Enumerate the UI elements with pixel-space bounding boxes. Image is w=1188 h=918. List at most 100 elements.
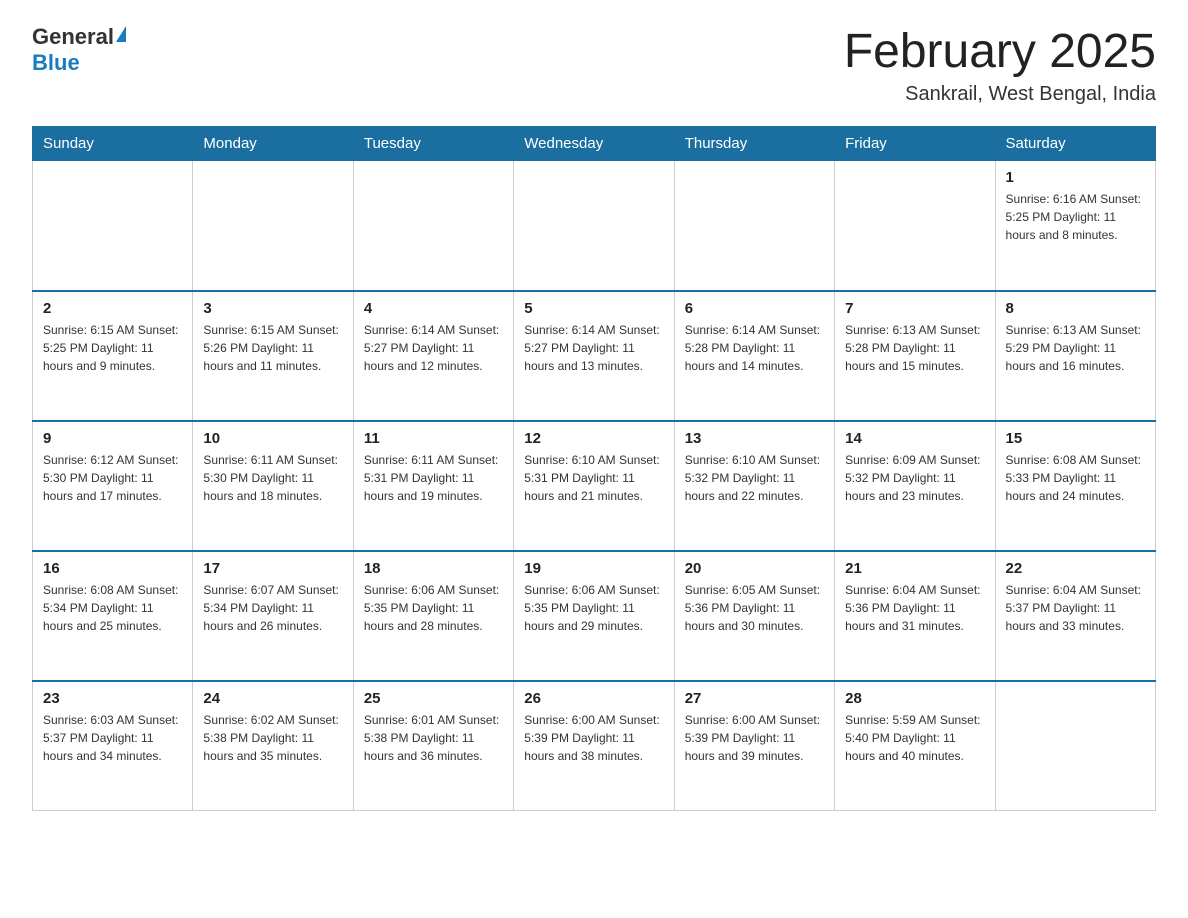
- day-number: 19: [524, 560, 663, 577]
- day-number: 2: [43, 300, 182, 317]
- calendar-cell: 5 Sunrise: 6:14 AM Sunset: 5:27 PM Daylig…: [514, 291, 674, 421]
- logo-blue: Blue: [32, 50, 80, 75]
- week-row-5: 23 Sunrise: 6:03 AM Sunset: 5:37 PM Dayli…: [33, 681, 1156, 811]
- day-header-thursday: Thursday: [674, 127, 834, 161]
- day-info: Sunrise: 6:11 AM Sunset: 5:30 PM Dayligh…: [203, 451, 342, 505]
- day-info: Sunrise: 6:10 AM Sunset: 5:32 PM Dayligh…: [685, 451, 824, 505]
- day-number: 18: [364, 560, 503, 577]
- calendar-cell: 12 Sunrise: 6:10 AM Sunset: 5:31 PM Dayli…: [514, 421, 674, 551]
- day-number: 13: [685, 430, 824, 447]
- header: General Blue February 2025 Sankrail, Wes…: [32, 24, 1156, 106]
- day-info: Sunrise: 6:08 AM Sunset: 5:33 PM Dayligh…: [1006, 451, 1145, 505]
- day-info: Sunrise: 6:07 AM Sunset: 5:34 PM Dayligh…: [203, 581, 342, 635]
- day-number: 23: [43, 690, 182, 707]
- calendar-cell: [835, 161, 995, 291]
- day-number: 8: [1006, 300, 1145, 317]
- day-number: 11: [364, 430, 503, 447]
- calendar-cell: 7 Sunrise: 6:13 AM Sunset: 5:28 PM Daylig…: [835, 291, 995, 421]
- logo-block: General Blue: [32, 24, 126, 76]
- day-number: 22: [1006, 560, 1145, 577]
- day-number: 12: [524, 430, 663, 447]
- day-info: Sunrise: 6:10 AM Sunset: 5:31 PM Dayligh…: [524, 451, 663, 505]
- calendar-table: SundayMondayTuesdayWednesdayThursdayFrid…: [32, 126, 1156, 811]
- week-row-2: 2 Sunrise: 6:15 AM Sunset: 5:25 PM Daylig…: [33, 291, 1156, 421]
- day-number: 1: [1006, 169, 1145, 186]
- calendar-cell: 13 Sunrise: 6:10 AM Sunset: 5:32 PM Dayli…: [674, 421, 834, 551]
- day-info: Sunrise: 6:04 AM Sunset: 5:36 PM Dayligh…: [845, 581, 984, 635]
- week-row-4: 16Sunrise: 6:08 AM Sunset: 5:34 PM Dayli…: [33, 551, 1156, 681]
- day-header-sunday: Sunday: [33, 127, 193, 161]
- calendar-cell: 24 Sunrise: 6:02 AM Sunset: 5:38 PM Dayli…: [193, 681, 353, 811]
- calendar-title: February 2025: [844, 24, 1156, 79]
- day-info: Sunrise: 6:13 AM Sunset: 5:29 PM Dayligh…: [1006, 321, 1145, 375]
- day-info: Sunrise: 5:59 AM Sunset: 5:40 PM Dayligh…: [845, 711, 984, 765]
- title-area: February 2025 Sankrail, West Bengal, Ind…: [844, 24, 1156, 106]
- day-header-saturday: Saturday: [995, 127, 1155, 161]
- calendar-cell: 2 Sunrise: 6:15 AM Sunset: 5:25 PM Daylig…: [33, 291, 193, 421]
- calendar-cell: [193, 161, 353, 291]
- week-row-3: 9 Sunrise: 6:12 AM Sunset: 5:30 PM Daylig…: [33, 421, 1156, 551]
- day-info: Sunrise: 6:09 AM Sunset: 5:32 PM Dayligh…: [845, 451, 984, 505]
- day-number: 28: [845, 690, 984, 707]
- day-info: Sunrise: 6:12 AM Sunset: 5:30 PM Dayligh…: [43, 451, 182, 505]
- day-info: Sunrise: 6:01 AM Sunset: 5:38 PM Dayligh…: [364, 711, 503, 765]
- day-header-tuesday: Tuesday: [353, 127, 513, 161]
- week-row-1: 1Sunrise: 6:16 AM Sunset: 5:25 PM Daylig…: [33, 161, 1156, 291]
- logo-triangle-icon: [116, 26, 126, 42]
- calendar-cell: 22Sunrise: 6:04 AM Sunset: 5:37 PM Dayli…: [995, 551, 1155, 681]
- header-row: SundayMondayTuesdayWednesdayThursdayFrid…: [33, 127, 1156, 161]
- calendar-cell: 28 Sunrise: 5:59 AM Sunset: 5:40 PM Dayli…: [835, 681, 995, 811]
- calendar-cell: 4 Sunrise: 6:14 AM Sunset: 5:27 PM Daylig…: [353, 291, 513, 421]
- calendar-cell: 10 Sunrise: 6:11 AM Sunset: 5:30 PM Dayli…: [193, 421, 353, 551]
- calendar-cell: 23 Sunrise: 6:03 AM Sunset: 5:37 PM Dayli…: [33, 681, 193, 811]
- calendar-cell: 26Sunrise: 6:00 AM Sunset: 5:39 PM Dayli…: [514, 681, 674, 811]
- day-info: Sunrise: 6:05 AM Sunset: 5:36 PM Dayligh…: [685, 581, 824, 635]
- day-info: Sunrise: 6:13 AM Sunset: 5:28 PM Dayligh…: [845, 321, 984, 375]
- day-number: 5: [524, 300, 663, 317]
- day-number: 9: [43, 430, 182, 447]
- day-info: Sunrise: 6:15 AM Sunset: 5:26 PM Dayligh…: [203, 321, 342, 375]
- day-number: 6: [685, 300, 824, 317]
- calendar-cell: 15 Sunrise: 6:08 AM Sunset: 5:33 PM Dayli…: [995, 421, 1155, 551]
- day-info: Sunrise: 6:03 AM Sunset: 5:37 PM Dayligh…: [43, 711, 182, 765]
- day-info: Sunrise: 6:15 AM Sunset: 5:25 PM Dayligh…: [43, 321, 182, 375]
- calendar-cell: [33, 161, 193, 291]
- day-number: 25: [364, 690, 503, 707]
- calendar-cell: 1Sunrise: 6:16 AM Sunset: 5:25 PM Daylig…: [995, 161, 1155, 291]
- day-number: 26: [524, 690, 663, 707]
- day-info: Sunrise: 6:14 AM Sunset: 5:27 PM Dayligh…: [364, 321, 503, 375]
- logo: General Blue: [32, 24, 126, 76]
- day-number: 20: [685, 560, 824, 577]
- calendar-cell: 25 Sunrise: 6:01 AM Sunset: 5:38 PM Dayli…: [353, 681, 513, 811]
- calendar-subtitle: Sankrail, West Bengal, India: [844, 83, 1156, 106]
- day-number: 15: [1006, 430, 1145, 447]
- day-number: 17: [203, 560, 342, 577]
- day-header-wednesday: Wednesday: [514, 127, 674, 161]
- day-info: Sunrise: 6:00 AM Sunset: 5:39 PM Dayligh…: [685, 711, 824, 765]
- day-number: 10: [203, 430, 342, 447]
- calendar-cell: 20 Sunrise: 6:05 AM Sunset: 5:36 PM Dayli…: [674, 551, 834, 681]
- calendar-cell: 17 Sunrise: 6:07 AM Sunset: 5:34 PM Dayli…: [193, 551, 353, 681]
- day-number: 14: [845, 430, 984, 447]
- calendar-cell: 6Sunrise: 6:14 AM Sunset: 5:28 PM Daylig…: [674, 291, 834, 421]
- calendar-cell: 18 Sunrise: 6:06 AM Sunset: 5:35 PM Dayli…: [353, 551, 513, 681]
- calendar-cell: [674, 161, 834, 291]
- calendar-cell: 11Sunrise: 6:11 AM Sunset: 5:31 PM Dayli…: [353, 421, 513, 551]
- calendar-cell: 21Sunrise: 6:04 AM Sunset: 5:36 PM Dayli…: [835, 551, 995, 681]
- calendar-cell: 16Sunrise: 6:08 AM Sunset: 5:34 PM Dayli…: [33, 551, 193, 681]
- day-number: 24: [203, 690, 342, 707]
- day-header-friday: Friday: [835, 127, 995, 161]
- day-info: Sunrise: 6:08 AM Sunset: 5:34 PM Dayligh…: [43, 581, 182, 635]
- day-info: Sunrise: 6:14 AM Sunset: 5:27 PM Dayligh…: [524, 321, 663, 375]
- day-info: Sunrise: 6:06 AM Sunset: 5:35 PM Dayligh…: [364, 581, 503, 635]
- day-header-monday: Monday: [193, 127, 353, 161]
- day-number: 7: [845, 300, 984, 317]
- calendar-cell: 3 Sunrise: 6:15 AM Sunset: 5:26 PM Daylig…: [193, 291, 353, 421]
- day-number: 3: [203, 300, 342, 317]
- logo-general: General: [32, 24, 114, 50]
- day-info: Sunrise: 6:02 AM Sunset: 5:38 PM Dayligh…: [203, 711, 342, 765]
- calendar-cell: 27Sunrise: 6:00 AM Sunset: 5:39 PM Dayli…: [674, 681, 834, 811]
- calendar-cell: 19Sunrise: 6:06 AM Sunset: 5:35 PM Dayli…: [514, 551, 674, 681]
- day-number: 4: [364, 300, 503, 317]
- calendar-cell: 8 Sunrise: 6:13 AM Sunset: 5:29 PM Daylig…: [995, 291, 1155, 421]
